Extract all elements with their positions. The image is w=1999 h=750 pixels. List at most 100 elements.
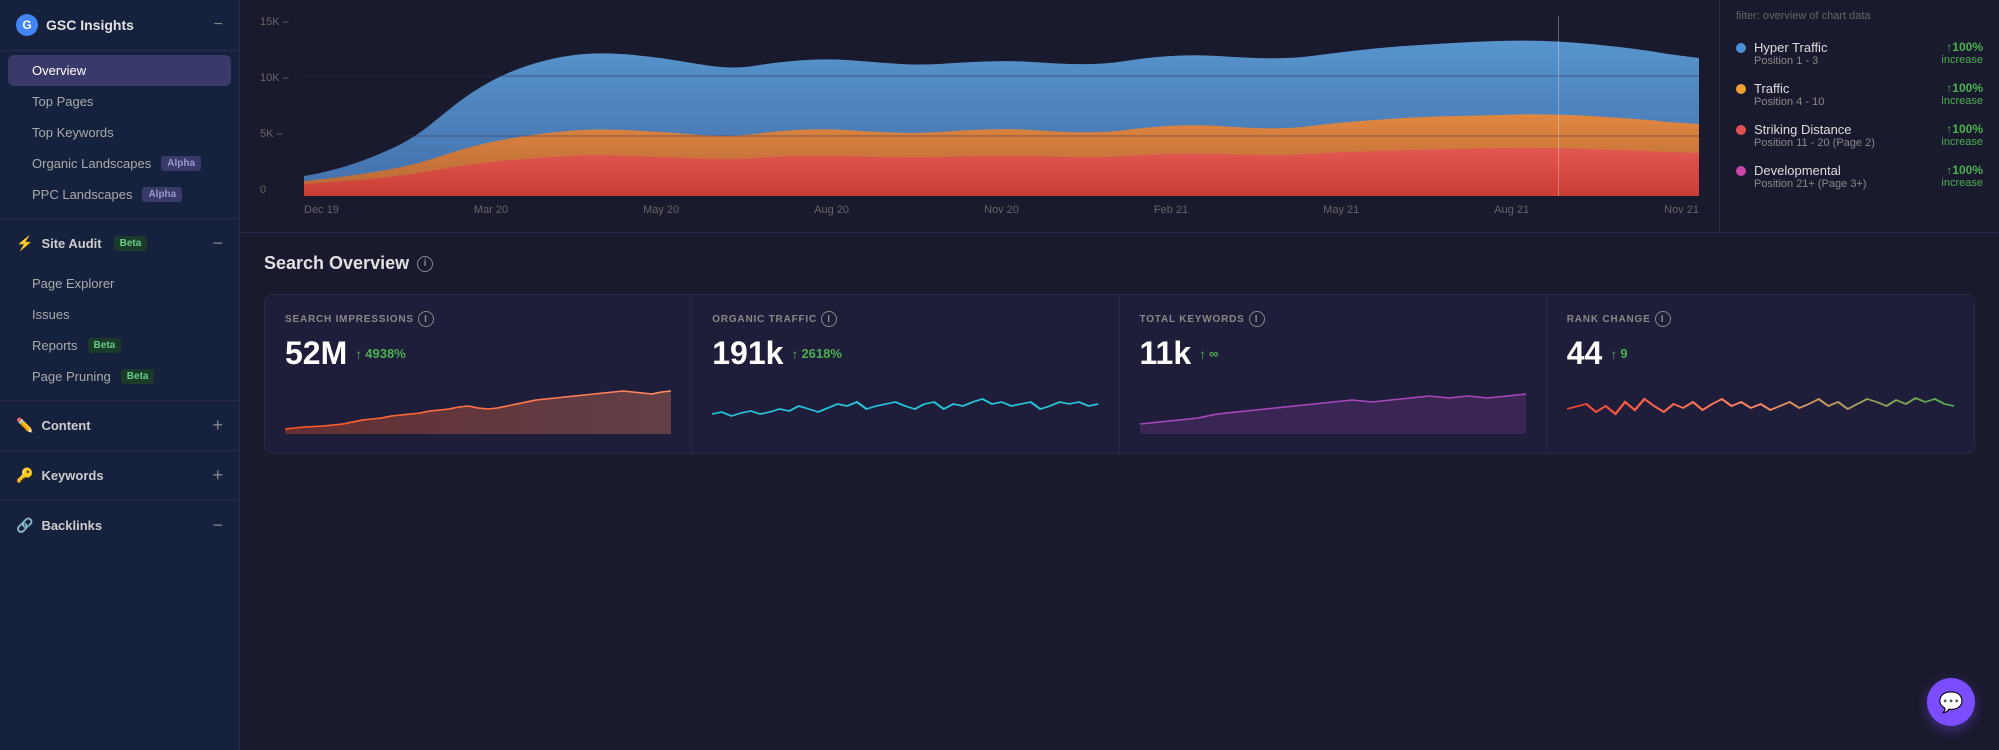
rank-change-value: 44 xyxy=(1567,335,1603,372)
hyper-traffic-label: increase xyxy=(1941,54,1983,66)
sidebar-item-page-explorer[interactable]: Page Explorer xyxy=(0,268,239,299)
divider-3 xyxy=(0,450,239,451)
backlinks-header[interactable]: 🔗 Backlinks − xyxy=(0,505,239,546)
y-label-0: 0 xyxy=(260,184,300,196)
total-keywords-value-row: 11k ↑ ∞ xyxy=(1140,335,1526,372)
organic-traffic-arrow: ↑ xyxy=(791,346,798,362)
app-title: GSC Insights xyxy=(46,17,134,33)
total-keywords-arrow: ↑ xyxy=(1199,346,1206,362)
hyper-traffic-dot xyxy=(1736,43,1746,53)
hyper-traffic-name: Hyper Traffic xyxy=(1754,40,1933,55)
developmental-change: ↑100% increase xyxy=(1941,163,1983,189)
backlinks-header-left: 🔗 Backlinks xyxy=(16,517,102,534)
total-keywords-info-icon[interactable]: i xyxy=(1249,311,1265,327)
legend-item-traffic[interactable]: Traffic Position 4 - 10 ↑100% increase xyxy=(1736,81,1983,108)
keywords-header[interactable]: 🔑 Keywords + xyxy=(0,455,239,496)
y-label-15k: 15K – xyxy=(260,16,300,28)
keywords-icon: 🔑 xyxy=(16,467,33,484)
search-impressions-info-icon[interactable]: i xyxy=(418,311,434,327)
backlinks-collapse-icon[interactable]: − xyxy=(212,515,223,536)
organic-traffic-value-row: 191k ↑ 2618% xyxy=(712,335,1098,372)
rank-change-info-icon[interactable]: i xyxy=(1655,311,1671,327)
sidebar-item-issues[interactable]: Issues xyxy=(0,299,239,330)
x-label-mar20: Mar 20 xyxy=(474,204,508,216)
organic-traffic-label: ORGANIC TRAFFIC i xyxy=(712,311,1098,327)
hyper-traffic-pct: ↑100% xyxy=(1941,40,1983,54)
sidebar-item-top-pages[interactable]: Top Pages xyxy=(0,86,239,117)
legend-item-developmental[interactable]: Developmental Position 21+ (Page 3+) ↑10… xyxy=(1736,163,1983,190)
content-label: Content xyxy=(41,418,90,433)
chart-legend: filter: overview of chart data Hyper Tra… xyxy=(1719,0,1999,232)
content-expand-icon[interactable]: + xyxy=(212,415,223,436)
organic-traffic-info-icon[interactable]: i xyxy=(821,311,837,327)
area-chart-svg xyxy=(304,16,1699,196)
traffic-dot xyxy=(1736,84,1746,94)
search-impressions-arrow: ↑ xyxy=(355,346,362,362)
keywords-header-left: 🔑 Keywords xyxy=(16,467,104,484)
y-label-10k: 10K – xyxy=(260,72,300,84)
g-logo: G xyxy=(16,14,38,36)
striking-distance-sub: Position 11 - 20 (Page 2) xyxy=(1754,137,1933,149)
developmental-name: Developmental xyxy=(1754,163,1933,178)
search-impressions-pct: 4938% xyxy=(365,346,405,361)
hyper-traffic-change: ↑100% increase xyxy=(1941,40,1983,66)
organic-traffic-value: 191k xyxy=(712,335,783,372)
sidebar-item-top-keywords[interactable]: Top Keywords xyxy=(0,117,239,148)
total-keywords-chart xyxy=(1140,384,1526,434)
site-audit-collapse-icon[interactable]: − xyxy=(212,233,223,254)
keywords-expand-icon[interactable]: + xyxy=(212,465,223,486)
traffic-info: Traffic Position 4 - 10 xyxy=(1754,81,1933,108)
legend-item-striking-distance[interactable]: Striking Distance Position 11 - 20 (Page… xyxy=(1736,122,1983,149)
metric-total-keywords: TOTAL KEYWORDS i 11k ↑ ∞ xyxy=(1120,295,1547,453)
collapse-icon[interactable]: − xyxy=(214,16,223,34)
legend-item-hyper-traffic[interactable]: Hyper Traffic Position 1 - 3 ↑100% incre… xyxy=(1736,40,1983,67)
traffic-pct: ↑100% xyxy=(1941,81,1983,95)
alpha-badge: Alpha xyxy=(161,156,201,171)
y-axis: 15K – 10K – 5K – 0 xyxy=(260,16,300,216)
search-overview-title: Search Overview i xyxy=(264,253,1975,274)
striking-distance-change: ↑100% increase xyxy=(1941,122,1983,148)
striking-distance-pct: ↑100% xyxy=(1941,122,1983,136)
traffic-label: increase xyxy=(1941,95,1983,107)
divider-2 xyxy=(0,400,239,401)
y-label-5k: 5K – xyxy=(260,128,300,140)
striking-distance-info: Striking Distance Position 11 - 20 (Page… xyxy=(1754,122,1933,149)
total-keywords-change: ↑ ∞ xyxy=(1199,346,1218,362)
developmental-sub: Position 21+ (Page 3+) xyxy=(1754,178,1933,190)
divider-1 xyxy=(0,218,239,219)
site-audit-nav: Page Explorer Issues Reports Beta Page P… xyxy=(0,264,239,396)
sidebar-header-left: G GSC Insights xyxy=(16,14,134,36)
sidebar: G GSC Insights − Overview Top Pages Top … xyxy=(0,0,240,750)
main-content: 15K – 10K – 5K – 0 xyxy=(240,0,1999,750)
backlinks-icon: 🔗 xyxy=(16,517,33,534)
sidebar-header: G GSC Insights − xyxy=(0,0,239,51)
search-overview-section: Search Overview i SEARCH IMPRESSIONS i 5… xyxy=(240,233,1999,474)
search-overview-info-icon[interactable]: i xyxy=(417,256,433,272)
site-audit-header[interactable]: ⚡ Site Audit Beta − xyxy=(0,223,239,264)
organic-traffic-change: ↑ 2618% xyxy=(791,346,841,362)
sidebar-item-organic-landscapes[interactable]: Organic Landscapes Alpha xyxy=(0,148,239,179)
x-label-may21: May 21 xyxy=(1323,204,1359,216)
sidebar-item-overview[interactable]: Overview xyxy=(8,55,231,86)
gsc-nav-section: Overview Top Pages Top Keywords Organic … xyxy=(0,51,239,214)
chart-section: 15K – 10K – 5K – 0 xyxy=(240,0,1999,233)
x-label-aug21: Aug 21 xyxy=(1494,204,1529,216)
site-audit-label: Site Audit xyxy=(41,236,101,251)
x-label-nov20: Nov 20 xyxy=(984,204,1019,216)
sidebar-item-ppc-landscapes[interactable]: PPC Landscapes Alpha xyxy=(0,179,239,210)
content-header[interactable]: ✏️ Content + xyxy=(0,405,239,446)
developmental-dot xyxy=(1736,166,1746,176)
traffic-sub: Position 4 - 10 xyxy=(1754,96,1933,108)
chart-inner xyxy=(304,16,1699,196)
alpha-badge-ppc: Alpha xyxy=(142,187,182,202)
sidebar-item-page-pruning[interactable]: Page Pruning Beta xyxy=(0,361,239,392)
rank-change-value-row: 44 ↑ 9 xyxy=(1567,335,1954,372)
striking-distance-name: Striking Distance xyxy=(1754,122,1933,137)
organic-traffic-pct: 2618% xyxy=(801,346,841,361)
content-header-left: ✏️ Content xyxy=(16,417,91,434)
rank-change-label: RANK CHANGE i xyxy=(1567,311,1954,327)
search-impressions-change: ↑ 4938% xyxy=(355,346,405,362)
chat-button[interactable]: 💬 xyxy=(1927,678,1975,726)
sidebar-item-reports[interactable]: Reports Beta xyxy=(0,330,239,361)
traffic-change: ↑100% increase xyxy=(1941,81,1983,107)
